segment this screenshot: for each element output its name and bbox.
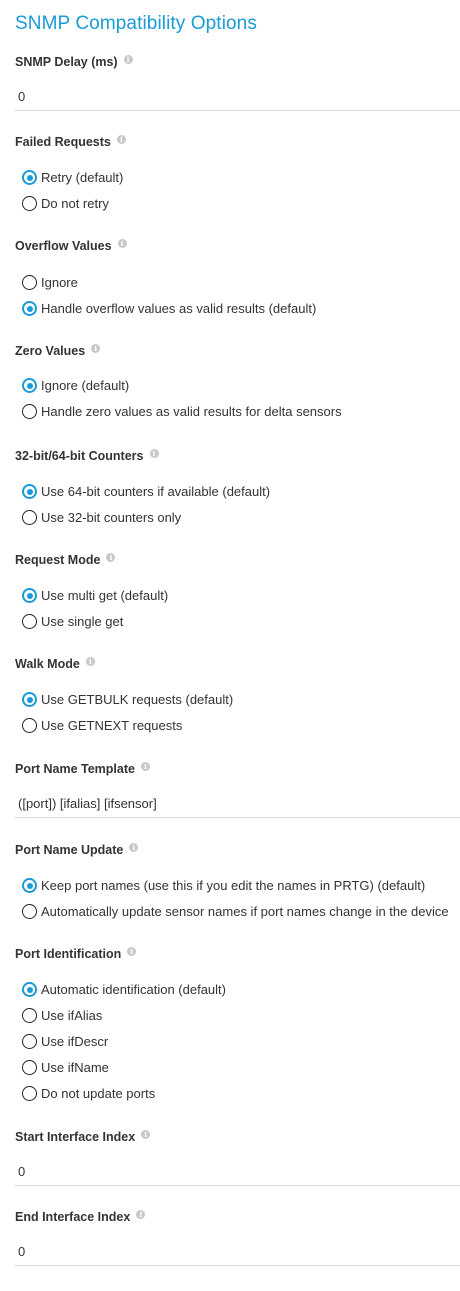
radio-zero-ignore[interactable]: Ignore (default): [22, 378, 129, 393]
counters-label: 32-bit/64-bit Counters i: [15, 448, 159, 463]
radio-unchecked-icon[interactable]: [22, 718, 37, 733]
radio-failed-requests-retry[interactable]: Retry (default): [22, 170, 123, 185]
radio-walk-getbulk[interactable]: Use GETBULK requests (default): [22, 692, 233, 707]
radio-port-id-do-not-update[interactable]: Do not update ports: [22, 1086, 155, 1101]
radio-port-name-keep[interactable]: Keep port names (use this if you edit th…: [22, 878, 425, 893]
radio-checked-icon[interactable]: [22, 692, 37, 707]
failed-requests-label: Failed Requests i: [15, 134, 126, 149]
radio-label[interactable]: Automatically update sensor names if por…: [41, 904, 449, 919]
radio-port-name-auto-update[interactable]: Automatically update sensor names if por…: [22, 904, 449, 919]
zero-values-label-text: Zero Values: [15, 344, 86, 358]
radio-unchecked-icon[interactable]: [22, 904, 37, 919]
info-icon[interactable]: i: [140, 761, 150, 771]
overflow-values-label-text: Overflow Values: [15, 239, 112, 253]
overflow-values-label: Overflow Values i: [15, 238, 127, 253]
snmp-delay-input[interactable]: 0: [15, 89, 460, 111]
info-icon[interactable]: i: [85, 656, 95, 666]
snmp-delay-label: SNMP Delay (ms) i: [15, 54, 133, 69]
zero-values-label: Zero Values i: [15, 343, 101, 358]
radio-checked-icon[interactable]: [22, 170, 37, 185]
radio-walk-getnext[interactable]: Use GETNEXT requests: [22, 718, 182, 733]
radio-failed-requests-no-retry[interactable]: Do not retry: [22, 196, 109, 211]
radio-zero-handle[interactable]: Handle zero values as valid results for …: [22, 404, 342, 419]
radio-port-id-ifname[interactable]: Use ifName: [22, 1060, 109, 1075]
radio-label[interactable]: Automatic identification (default): [41, 982, 226, 997]
radio-label[interactable]: Ignore (default): [41, 378, 129, 393]
radio-label[interactable]: Do not retry: [41, 196, 109, 211]
radio-port-id-ifalias[interactable]: Use ifAlias: [22, 1008, 102, 1023]
radio-label[interactable]: Keep port names (use this if you edit th…: [41, 878, 425, 893]
request-mode-label-text: Request Mode: [15, 553, 101, 567]
port-identification-label-text: Port Identification: [15, 947, 122, 961]
radio-unchecked-icon[interactable]: [22, 1060, 37, 1075]
port-name-template-label-text: Port Name Template: [15, 762, 135, 776]
port-name-update-label-text: Port Name Update: [15, 843, 124, 857]
info-icon[interactable]: i: [129, 842, 139, 852]
request-mode-label: Request Mode i: [15, 552, 116, 567]
radio-port-id-ifdescr[interactable]: Use ifDescr: [22, 1034, 108, 1049]
radio-checked-icon[interactable]: [22, 878, 37, 893]
port-name-template-label: Port Name Template i: [15, 761, 150, 776]
start-interface-index-input[interactable]: 0: [15, 1164, 460, 1186]
info-icon[interactable]: i: [91, 343, 101, 353]
info-icon[interactable]: i: [106, 552, 116, 562]
radio-label[interactable]: Handle overflow values as valid results …: [41, 301, 316, 316]
info-icon[interactable]: i: [141, 1129, 151, 1139]
radio-label[interactable]: Use single get: [41, 614, 123, 629]
info-icon[interactable]: i: [117, 238, 127, 248]
radio-checked-icon[interactable]: [22, 588, 37, 603]
radio-unchecked-icon[interactable]: [22, 275, 37, 290]
radio-label[interactable]: Handle zero values as valid results for …: [41, 404, 342, 419]
info-icon[interactable]: i: [136, 1209, 146, 1219]
radio-label[interactable]: Use 32-bit counters only: [41, 510, 181, 525]
radio-request-multi-get[interactable]: Use multi get (default): [22, 588, 168, 603]
radio-label[interactable]: Use ifAlias: [41, 1008, 102, 1023]
radio-overflow-handle[interactable]: Handle overflow values as valid results …: [22, 301, 316, 316]
radio-label[interactable]: Use GETBULK requests (default): [41, 692, 233, 707]
radio-label[interactable]: Use ifDescr: [41, 1034, 108, 1049]
radio-label[interactable]: Use GETNEXT requests: [41, 718, 182, 733]
radio-unchecked-icon[interactable]: [22, 196, 37, 211]
radio-request-single-get[interactable]: Use single get: [22, 614, 123, 629]
radio-checked-icon[interactable]: [22, 301, 37, 316]
port-name-update-label: Port Name Update i: [15, 842, 139, 857]
radio-label[interactable]: Retry (default): [41, 170, 123, 185]
radio-unchecked-icon[interactable]: [22, 1034, 37, 1049]
radio-label[interactable]: Use multi get (default): [41, 588, 168, 603]
radio-unchecked-icon[interactable]: [22, 1086, 37, 1101]
section-title: SNMP Compatibility Options: [15, 13, 257, 34]
radio-unchecked-icon[interactable]: [22, 404, 37, 419]
failed-requests-label-text: Failed Requests: [15, 135, 111, 149]
radio-counters-64bit[interactable]: Use 64-bit counters if available (defaul…: [22, 484, 270, 499]
start-interface-index-label-text: Start Interface Index: [15, 1130, 136, 1144]
port-identification-label: Port Identification i: [15, 946, 137, 961]
walk-mode-label-text: Walk Mode: [15, 657, 80, 671]
port-name-template-input[interactable]: ([port]) [ifalias] [ifsensor]: [15, 796, 460, 818]
radio-checked-icon[interactable]: [22, 378, 37, 393]
radio-label[interactable]: Use ifName: [41, 1060, 109, 1075]
info-icon[interactable]: i: [123, 54, 133, 64]
snmp-delay-label-text: SNMP Delay (ms): [15, 55, 118, 69]
radio-checked-icon[interactable]: [22, 982, 37, 997]
end-interface-index-label-text: End Interface Index: [15, 1210, 131, 1224]
counters-label-text: 32-bit/64-bit Counters: [15, 449, 144, 463]
walk-mode-label: Walk Mode i: [15, 656, 95, 671]
end-interface-index-label: End Interface Index i: [15, 1209, 146, 1224]
radio-label[interactable]: Ignore: [41, 275, 78, 290]
radio-port-id-automatic[interactable]: Automatic identification (default): [22, 982, 226, 997]
radio-unchecked-icon[interactable]: [22, 510, 37, 525]
info-icon[interactable]: i: [149, 448, 159, 458]
radio-overflow-ignore[interactable]: Ignore: [22, 275, 78, 290]
info-icon[interactable]: i: [127, 946, 137, 956]
radio-counters-32bit[interactable]: Use 32-bit counters only: [22, 510, 181, 525]
info-icon[interactable]: i: [116, 134, 126, 144]
end-interface-index-input[interactable]: 0: [15, 1244, 460, 1266]
radio-checked-icon[interactable]: [22, 484, 37, 499]
radio-label[interactable]: Use 64-bit counters if available (defaul…: [41, 484, 270, 499]
radio-unchecked-icon[interactable]: [22, 1008, 37, 1023]
snmp-compatibility-panel: SNMP Compatibility Options SNMP Delay (m…: [0, 0, 460, 1291]
start-interface-index-label: Start Interface Index i: [15, 1129, 151, 1144]
radio-unchecked-icon[interactable]: [22, 614, 37, 629]
radio-label[interactable]: Do not update ports: [41, 1086, 155, 1101]
